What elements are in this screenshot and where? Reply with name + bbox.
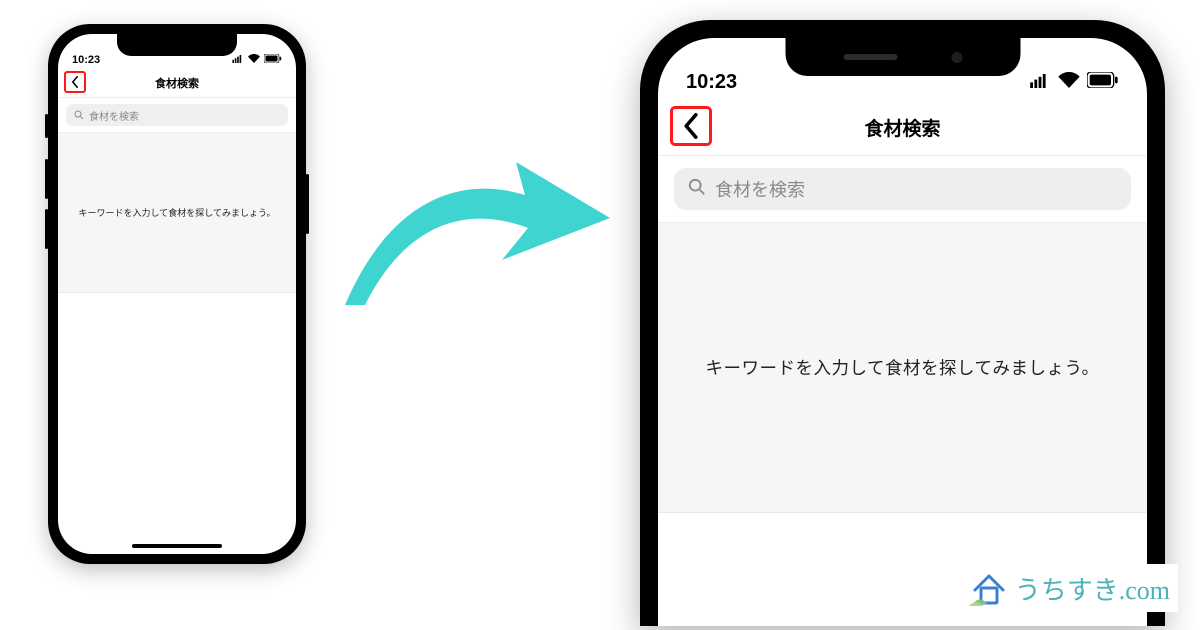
phone-screen: 10:23 食材検索 食材を検索 — [58, 34, 296, 554]
phone-mockup-zoom: 10:23 食材検索 — [640, 20, 1165, 626]
wifi-icon — [1058, 71, 1080, 94]
nav-bar: 食材検索 — [658, 100, 1147, 156]
empty-state: キーワードを入力して食材を探してみましょう。 — [658, 223, 1147, 513]
nav-bar: 食材検索 — [58, 68, 296, 98]
cellular-signal-icon — [232, 54, 244, 66]
search-input[interactable]: 食材を検索 — [674, 168, 1131, 210]
front-camera-icon — [951, 52, 962, 63]
status-bar-time: 10:23 — [72, 54, 100, 66]
phone-notch — [117, 34, 237, 56]
search-bar-container: 食材を検索 — [58, 98, 296, 133]
search-placeholder: 食材を検索 — [715, 176, 805, 202]
back-button[interactable] — [64, 71, 86, 93]
status-bar-time: 10:23 — [686, 71, 737, 94]
house-logo-icon — [969, 568, 1009, 608]
search-icon — [688, 178, 706, 201]
empty-state-message: キーワードを入力して食材を探してみましょう。 — [706, 355, 1100, 380]
back-button[interactable] — [670, 106, 712, 146]
search-placeholder: 食材を検索 — [89, 108, 139, 123]
phone-notch — [785, 38, 1020, 76]
battery-icon — [264, 54, 282, 66]
home-indicator — [132, 544, 222, 548]
cellular-signal-icon — [1029, 71, 1051, 94]
page-title: 食材検索 — [155, 75, 199, 91]
page-title: 食材検索 — [864, 114, 940, 141]
phone-screen: 10:23 食材検索 — [658, 38, 1147, 626]
volume-down-button — [45, 209, 48, 249]
power-button — [306, 174, 309, 234]
search-input[interactable]: 食材を検索 — [66, 104, 288, 126]
speaker-grille-icon — [843, 54, 897, 60]
zoom-arrow-icon — [330, 100, 620, 320]
empty-state: キーワードを入力して食材を探してみましょう。 — [58, 133, 296, 293]
empty-state-message: キーワードを入力して食材を探してみましょう。 — [79, 206, 276, 219]
wifi-icon — [248, 54, 260, 66]
volume-up-button — [45, 159, 48, 199]
battery-icon — [1087, 71, 1119, 94]
site-watermark: うちすき.com — [961, 564, 1178, 612]
search-bar-container: 食材を検索 — [658, 156, 1147, 223]
watermark-text: うちすき.com — [1015, 570, 1170, 607]
mute-switch — [45, 114, 48, 138]
phone-mockup-small: 10:23 食材検索 食材を検索 — [48, 24, 306, 564]
